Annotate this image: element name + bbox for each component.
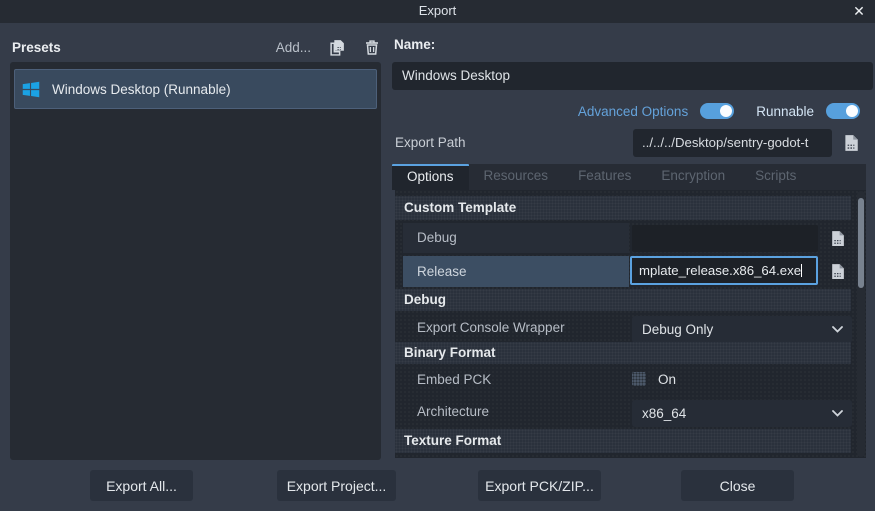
section-custom-template: Custom Template — [395, 196, 851, 220]
tab-bar: Options Resources Features Encryption Sc… — [392, 164, 866, 190]
presets-header: Presets Add... — [12, 37, 381, 57]
presets-actions: Add... — [276, 38, 381, 56]
architecture-label: Architecture — [417, 404, 489, 419]
runnable-label: Runnable — [756, 104, 814, 119]
architecture-dropdown[interactable]: x86_64 — [632, 400, 852, 427]
toggles-row: Advanced Options Runnable — [392, 99, 860, 123]
console-wrapper-dropdown[interactable]: Debug Only — [632, 316, 852, 343]
console-wrapper-value: Debug Only — [632, 322, 713, 337]
dialog-title: Export — [0, 3, 875, 18]
windows-logo-icon — [22, 80, 40, 98]
tab-options[interactable]: Options — [392, 164, 469, 190]
release-input-text: mplate_release.x86_64.exe — [639, 263, 801, 278]
custom-template-debug-label: Debug — [417, 230, 457, 245]
debug-browse-file-icon[interactable] — [826, 227, 848, 249]
preset-item-label: Windows Desktop (Runnable) — [52, 82, 231, 97]
embed-pck-value: On — [658, 372, 676, 387]
section-binary-format: Binary Format — [395, 342, 851, 364]
export-dialog: Export ✕ Presets Add... — [0, 0, 875, 511]
options-scrollbar[interactable] — [857, 191, 865, 457]
custom-template-release-label: Release — [417, 264, 467, 279]
custom-template-debug-input[interactable] — [632, 225, 818, 252]
close-button[interactable]: Close — [681, 470, 794, 501]
toggle-knob — [720, 105, 732, 117]
close-icon[interactable]: ✕ — [850, 2, 868, 20]
architecture-value: x86_64 — [632, 406, 686, 421]
export-project-button[interactable]: Export Project... — [277, 470, 396, 501]
dialog-titlebar: Export ✕ — [0, 0, 875, 23]
embed-pck-checkbox[interactable] — [632, 372, 646, 386]
tab-scripts[interactable]: Scripts — [740, 164, 811, 190]
name-label: Name: — [394, 37, 435, 52]
toggle-knob — [846, 105, 858, 117]
section-debug: Debug — [395, 289, 851, 311]
name-input[interactable]: Windows Desktop — [392, 62, 873, 90]
text-caret — [801, 264, 802, 277]
export-path-label: Export Path — [395, 135, 466, 150]
scrollbar-thumb[interactable] — [858, 198, 864, 288]
preset-item-windows-desktop[interactable]: Windows Desktop (Runnable) — [14, 69, 377, 109]
section-texture-format: Texture Format — [395, 429, 851, 453]
export-all-button[interactable]: Export All... — [90, 470, 193, 501]
tab-features[interactable]: Features — [563, 164, 646, 190]
runnable-toggle[interactable] — [826, 103, 860, 119]
preset-list: Windows Desktop (Runnable) — [10, 62, 381, 460]
advanced-options-toggle[interactable] — [700, 103, 734, 119]
export-path-input[interactable]: ../../../Desktop/sentry-godot-t — [633, 129, 832, 157]
duplicate-preset-icon[interactable] — [328, 38, 346, 56]
chevron-down-icon — [832, 410, 843, 417]
options-panel: Custom Template Debug Release mplate_rel… — [395, 190, 866, 458]
delete-preset-icon[interactable] — [363, 38, 381, 56]
embed-pck-label: Embed PCK — [417, 372, 491, 387]
advanced-options-label: Advanced Options — [578, 104, 688, 119]
release-browse-file-icon[interactable] — [826, 260, 848, 282]
chevron-down-icon — [832, 326, 843, 333]
tab-resources[interactable]: Resources — [469, 164, 564, 190]
presets-title: Presets — [12, 40, 61, 55]
tab-encryption[interactable]: Encryption — [646, 164, 740, 190]
export-pck-zip-button[interactable]: Export PCK/ZIP... — [478, 470, 601, 501]
console-wrapper-label: Export Console Wrapper — [417, 320, 565, 335]
export-path-browse-file-icon[interactable] — [838, 131, 864, 155]
add-preset-button[interactable]: Add... — [276, 40, 311, 55]
custom-template-release-input[interactable]: mplate_release.x86_64.exe — [630, 256, 818, 285]
